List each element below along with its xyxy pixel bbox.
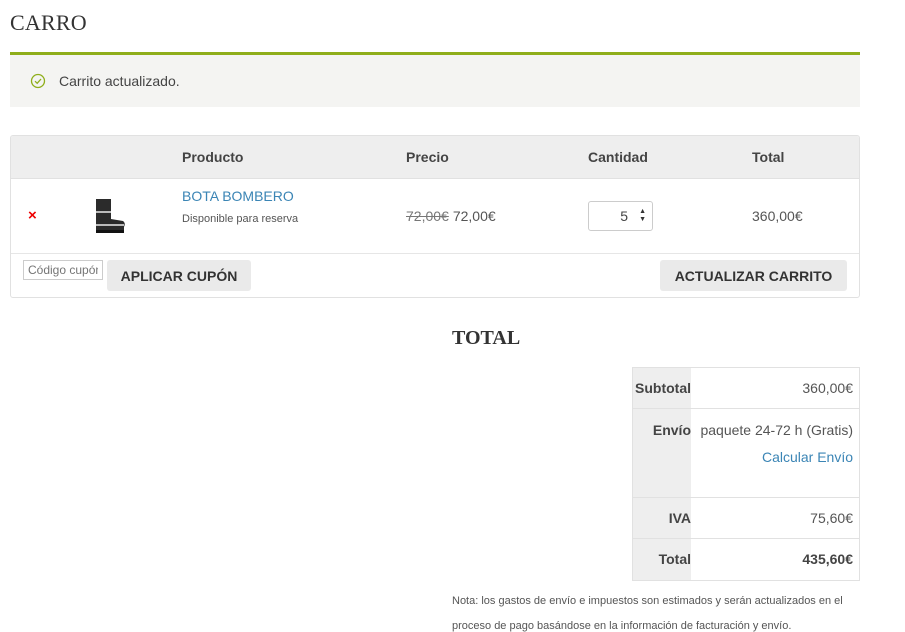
shipping-label: Envío bbox=[633, 409, 691, 497]
quantity-value: 5 bbox=[620, 208, 629, 224]
old-price: 72,00€ bbox=[406, 208, 449, 224]
shipping-row: Envío paquete 24-72 h (Gratis) Calcular … bbox=[633, 409, 859, 498]
totals-title: TOTAL bbox=[452, 327, 521, 349]
tax-row: IVA 75,60€ bbox=[633, 498, 859, 539]
column-header-product: Producto bbox=[182, 149, 244, 165]
current-price: 72,00€ bbox=[452, 208, 496, 224]
cart-actions: APLICAR CUPÓN ACTUALIZAR CARRITO bbox=[11, 254, 859, 297]
tax-value: 75,60€ bbox=[810, 510, 853, 526]
column-header-price: Precio bbox=[406, 149, 449, 165]
order-total-label: Total bbox=[633, 539, 691, 580]
product-name-link[interactable]: BOTA BOMBERO bbox=[182, 188, 294, 204]
product-availability: Disponible para reserva bbox=[182, 213, 299, 225]
subtotal-value: 360,00€ bbox=[802, 380, 853, 396]
quantity-stepper[interactable]: 5 ▲ ▼ bbox=[588, 201, 653, 231]
cart-totals-table: Subtotal 360,00€ Envío paquete 24-72 h (… bbox=[632, 367, 860, 581]
column-header-quantity: Cantidad bbox=[588, 149, 648, 165]
tax-label: IVA bbox=[633, 498, 691, 538]
line-total: 360,00€ bbox=[752, 208, 803, 224]
page-title: CARRO bbox=[10, 10, 87, 35]
shipping-tax-note: Nota: los gastos de envío e impuestos so… bbox=[452, 595, 843, 632]
update-cart-button[interactable]: ACTUALIZAR CARRITO bbox=[660, 260, 847, 291]
remove-item-button[interactable]: × bbox=[28, 207, 37, 224]
coupon-input[interactable] bbox=[23, 260, 103, 280]
calculate-shipping-link[interactable]: Calcular Envío bbox=[691, 449, 853, 466]
success-notice: Carrito actualizado. bbox=[10, 52, 860, 107]
cart-item-row: × BOTA BOMBERO Disponible para reserva 7… bbox=[11, 179, 859, 254]
shipping-method: paquete 24-72 h (Gratis) bbox=[700, 422, 853, 438]
check-circle-icon bbox=[30, 73, 46, 89]
boot-image[interactable] bbox=[91, 197, 127, 235]
stepper-arrows-icon[interactable]: ▲ ▼ bbox=[639, 208, 646, 224]
cart-table: Producto Precio Cantidad Total × BOTA BO… bbox=[10, 135, 860, 298]
subtotal-label: Subtotal bbox=[633, 368, 691, 408]
apply-coupon-button[interactable]: APLICAR CUPÓN bbox=[107, 260, 251, 291]
column-header-total: Total bbox=[752, 149, 785, 165]
subtotal-row: Subtotal 360,00€ bbox=[633, 368, 859, 409]
order-total-value: 435,60€ bbox=[802, 551, 853, 567]
product-price: 72,00€ 72,00€ bbox=[406, 208, 496, 224]
order-total-row: Total 435,60€ bbox=[633, 539, 859, 580]
cart-header-row: Producto Precio Cantidad Total bbox=[11, 136, 859, 179]
notice-text: Carrito actualizado. bbox=[59, 73, 180, 89]
